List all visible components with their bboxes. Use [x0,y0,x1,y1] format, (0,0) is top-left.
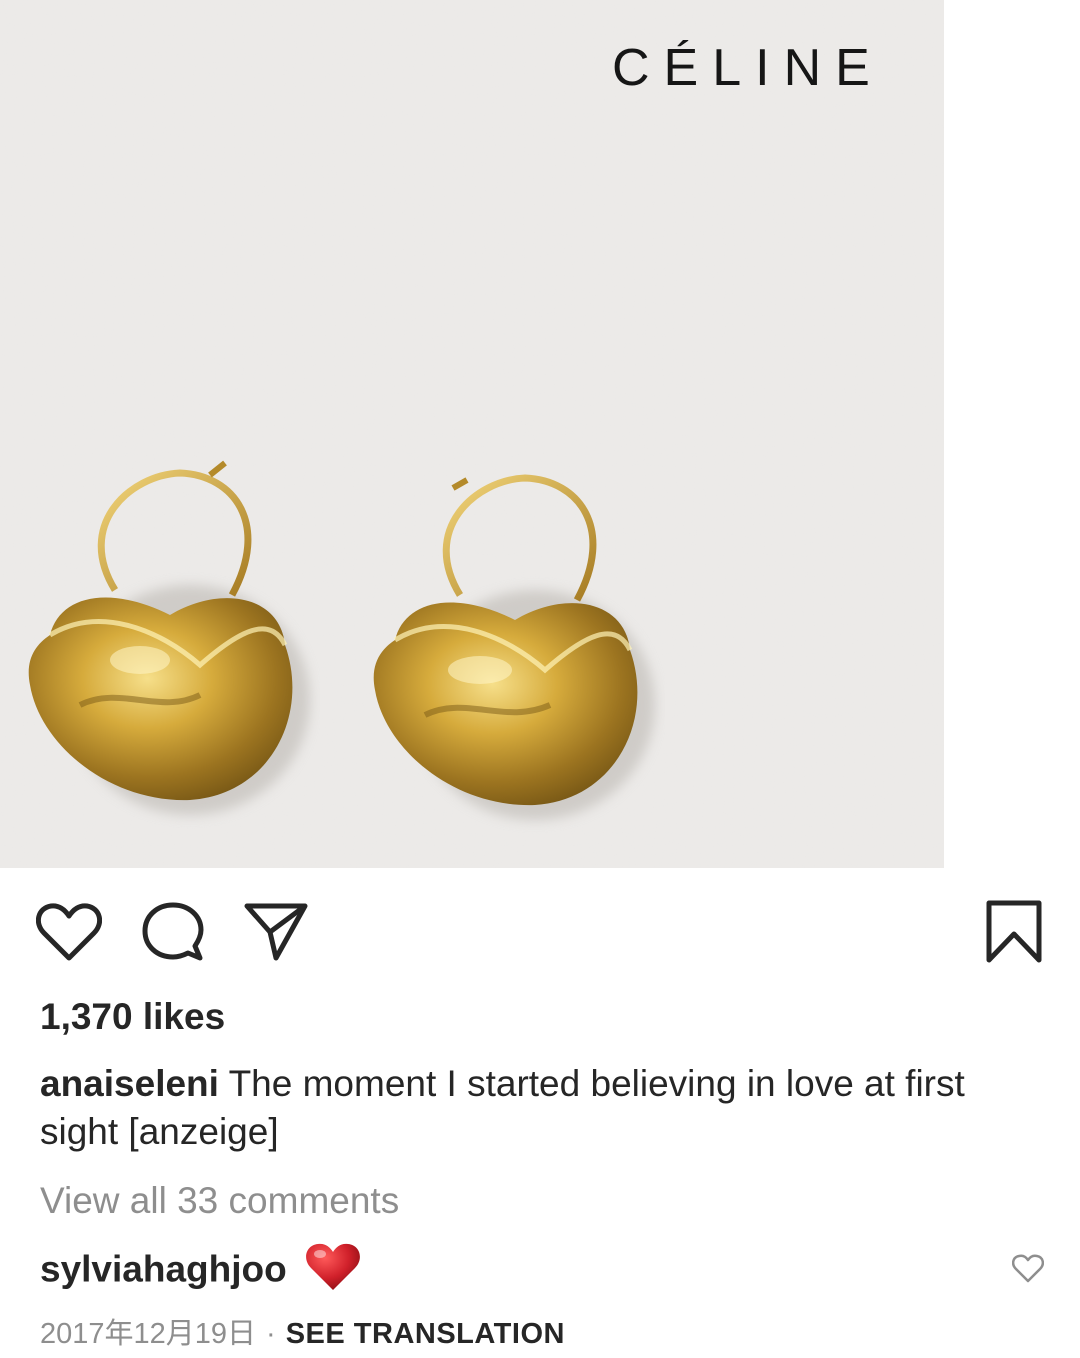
red-heart-emoji-icon [305,1242,361,1301]
caption: anaiseleni The moment I started believin… [40,1060,1040,1156]
heart-icon [1011,1254,1045,1283]
see-translation-link[interactable]: SEE TRANSLATION [286,1318,565,1350]
bookmark-icon [986,900,1042,963]
share-button[interactable] [244,902,308,962]
comment-like-button[interactable] [1011,1254,1045,1289]
post-image[interactable]: CÉLINE [0,0,944,868]
comment-icon [142,902,204,961]
like-button[interactable] [36,902,102,962]
earring-right [373,474,655,820]
comment-username[interactable]: sylviahaghjoo [40,1248,287,1289]
post-date: 2017年12月19日 [40,1318,257,1350]
image-edge [944,0,1080,868]
comment: sylviahaghjoo [40,1242,361,1301]
heart-icon [36,903,102,961]
meta-separator: · [266,1318,276,1350]
likes-count[interactable]: 1,370 likes [40,996,225,1038]
save-button[interactable] [986,900,1042,964]
brand-logo: CÉLINE [612,39,884,97]
caption-username[interactable]: anaiseleni [40,1063,219,1104]
action-bar [0,890,1080,980]
post-meta: 2017年12月19日 · SEE TRANSLATION [40,1310,565,1352]
earring-left [28,460,310,815]
paper-plane-icon [244,903,308,961]
comment-button[interactable] [142,902,204,964]
view-all-comments-link[interactable]: View all 33 comments [40,1180,399,1222]
